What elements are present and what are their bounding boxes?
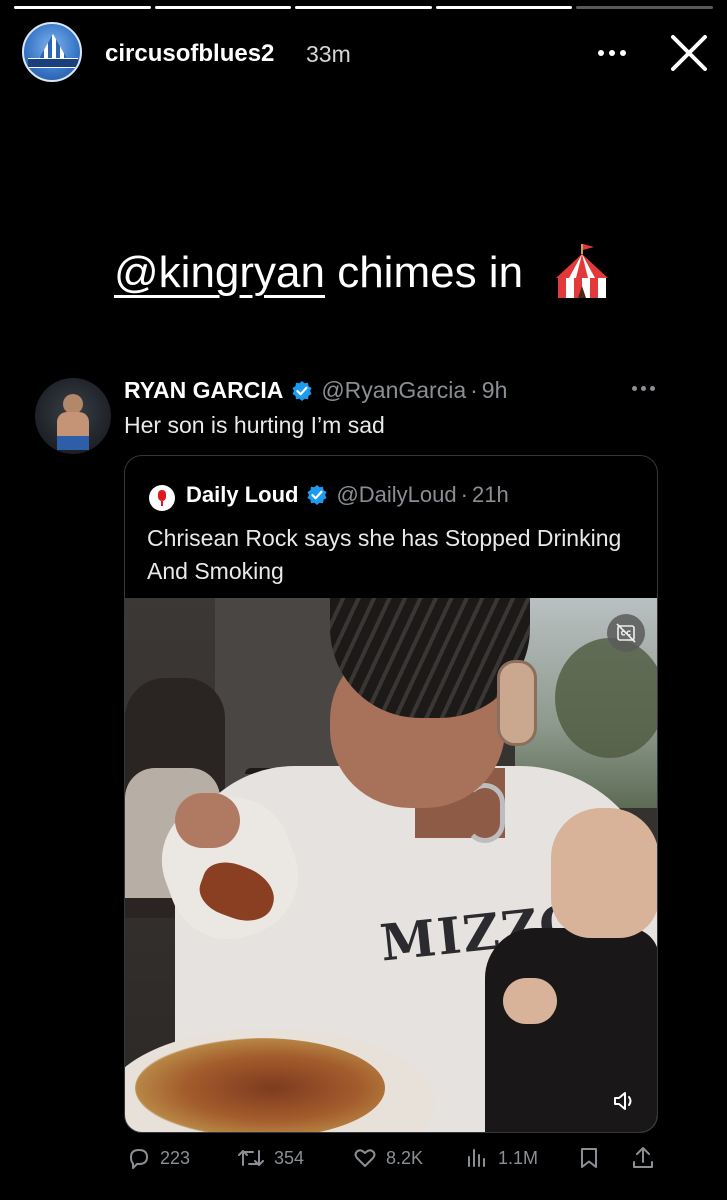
like-count: 8.2K	[386, 1147, 424, 1168]
story-avatar[interactable]	[22, 22, 82, 82]
video-baby-hand	[503, 978, 557, 1024]
retweet-count: 354	[274, 1147, 305, 1168]
view-count: 1.1M	[498, 1147, 539, 1168]
retweet-icon	[238, 1150, 264, 1166]
quoted-tweet-card[interactable]: Daily Loud @DailyLoud · 21h Chrisean Roc…	[124, 455, 658, 1133]
quoted-tweet-text: Chrisean Rock says she has Stopped Drink…	[147, 525, 622, 584]
tweet-header: RYAN GARCIA @RyanGarcia · 9h	[124, 377, 507, 404]
bookmark-icon[interactable]	[576, 1145, 602, 1171]
captions-icon[interactable]	[607, 614, 645, 652]
caption-text: chimes in	[324, 248, 524, 297]
quoted-timestamp: 21h	[471, 482, 509, 507]
quoted-separator: ·	[460, 482, 468, 507]
volume-icon[interactable]	[609, 1086, 639, 1116]
video-food	[135, 1038, 385, 1132]
share-icon[interactable]	[630, 1145, 656, 1171]
progress-segment	[154, 6, 292, 9]
captions-glyph-icon	[616, 623, 636, 643]
views-button[interactable]: 1.1M	[464, 1145, 538, 1171]
tweet-more-icon[interactable]	[632, 386, 655, 391]
progress-segment	[14, 6, 151, 9]
reply-button[interactable]: 223	[126, 1145, 190, 1171]
video-hand	[175, 793, 240, 848]
bar-chart-icon	[468, 1149, 485, 1167]
tweet-author-name[interactable]: RYAN GARCIA	[124, 377, 283, 404]
video-bg-tree	[555, 638, 657, 758]
quoted-tweet-header: Daily Loud @DailyLoud · 21h	[186, 482, 509, 508]
more-icon[interactable]	[598, 50, 632, 58]
progress-segment	[435, 6, 573, 9]
caption-mention[interactable]: @kingryan	[114, 248, 325, 297]
story-username[interactable]: circusofblues2	[105, 40, 274, 68]
reply-count: 223	[160, 1147, 191, 1168]
tweet-text: Her son is hurting I’m sad	[124, 412, 385, 438]
tweet-author-avatar[interactable]	[35, 378, 111, 454]
daily-loud-logo-icon	[149, 485, 175, 511]
quoted-author-handle: @DailyLoud	[336, 482, 457, 507]
video-headphone	[497, 660, 537, 746]
story-progress-bar	[14, 6, 713, 9]
story-timestamp: 33m	[306, 41, 351, 67]
circus-tent-icon	[556, 244, 608, 298]
verified-badge-icon	[307, 485, 328, 505]
avatar-figure-shorts	[57, 436, 89, 450]
quoted-tweet-video[interactable]: MIZZO	[125, 598, 657, 1132]
video-baby-face	[551, 808, 657, 938]
reply-icon	[130, 1149, 148, 1169]
avatar-figure-head	[63, 394, 83, 414]
logo-banner	[28, 58, 78, 68]
tweet-author-handle[interactable]: @RyanGarcia	[321, 377, 466, 404]
tweet-timestamp[interactable]: 9h	[482, 377, 508, 404]
like-button[interactable]: 8.2K	[352, 1145, 423, 1171]
close-icon[interactable]	[668, 32, 710, 74]
retweet-button[interactable]: 354	[236, 1145, 304, 1171]
heart-icon	[354, 1149, 376, 1167]
tweet-separator: ·	[470, 377, 478, 403]
progress-segment	[295, 6, 432, 9]
progress-segment	[576, 6, 713, 9]
tweet-actions-bar: 223 354 8.2K 1.1M	[0, 1145, 727, 1175]
story-caption: @kingryan chimes in	[114, 248, 523, 298]
quoted-author-name: Daily Loud	[186, 482, 299, 507]
verified-badge-icon	[292, 380, 312, 401]
